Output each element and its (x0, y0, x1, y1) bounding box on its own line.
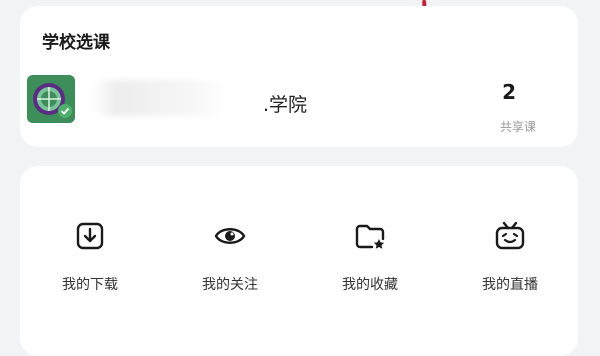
my-favorites-label: 我的收藏 (342, 277, 398, 293)
school-course-card: 学校选课 .学院 2 共享课 (20, 6, 578, 147)
my-live-button[interactable]: 我的直播 (450, 218, 570, 294)
blurred-school-name (90, 80, 230, 116)
folder-star-icon (352, 218, 388, 254)
eye-icon (212, 218, 248, 254)
my-follows-button[interactable]: 我的关注 (170, 218, 290, 294)
my-follows-label: 我的关注 (202, 277, 258, 293)
my-downloads-label: 我的下载 (62, 277, 118, 293)
my-live-label: 我的直播 (482, 277, 538, 293)
shared-course-label: 共享课 (499, 120, 536, 134)
school-name: .学院 (263, 94, 308, 116)
download-icon (72, 218, 108, 254)
school-logo-icon (27, 75, 75, 123)
actions-card: 我的下载 我的关注 我的收藏 我的直播 (20, 166, 578, 356)
school-row[interactable]: .学院 2 共享课 (20, 66, 578, 136)
tv-icon (492, 218, 528, 254)
shared-course-count: 2 (502, 80, 516, 104)
my-downloads-button[interactable]: 我的下载 (30, 218, 150, 294)
my-favorites-button[interactable]: 我的收藏 (310, 218, 430, 294)
school-card-title: 学校选课 (42, 33, 110, 53)
